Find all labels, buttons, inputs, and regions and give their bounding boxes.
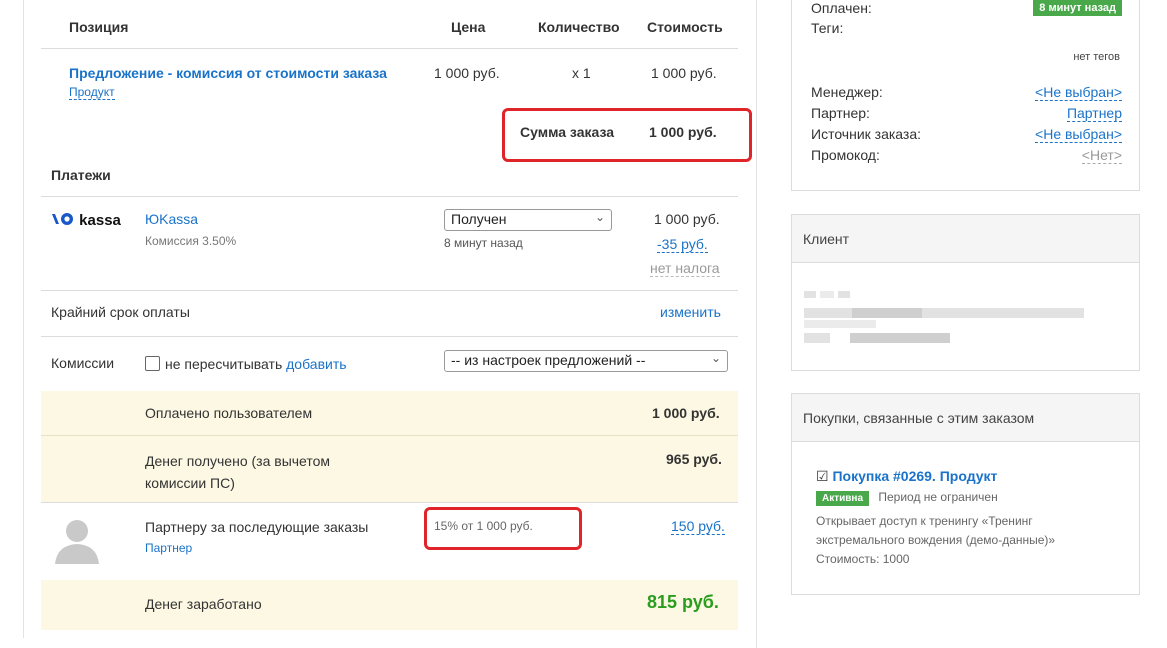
partner-value-link[interactable]: 150 руб. [671, 518, 725, 535]
promo-label: Промокод: [811, 147, 880, 163]
no-recalc-label: не пересчитывать [165, 356, 283, 372]
column-divider [756, 0, 757, 648]
purchase-link-row[interactable]: ☑ Покупка #0269. Продукт [816, 468, 997, 485]
item-title-link[interactable]: Предложение - комиссия от стоимости зака… [69, 65, 387, 81]
yookassa-icon [52, 213, 73, 225]
source-label: Источник заказа: [811, 126, 922, 142]
purchase-description: Открывает доступ к тренингу «Тренинг экс… [816, 512, 1055, 569]
paid-value: 1 000 руб. [652, 405, 720, 421]
kassa-logo: kassa [51, 212, 121, 229]
payment-fee-link[interactable]: -35 руб. [657, 236, 708, 253]
paid-time-badge: 8 минут назад [1033, 0, 1122, 16]
divider [41, 502, 738, 503]
payment-amount: 1 000 руб. [654, 211, 720, 227]
partner-info-label: Партнер: [811, 105, 870, 121]
provider-commission: Комиссия 3.50% [145, 234, 237, 248]
check-square-icon: ☑ [816, 468, 829, 484]
paid-status-label: Оплачен: [811, 0, 872, 16]
header-price: Цена [451, 19, 486, 35]
promo-value[interactable]: <Нет> [1081, 147, 1122, 164]
received-label-line-2: комиссии ПС) [145, 475, 235, 491]
header-quantity: Количество [538, 19, 620, 35]
tags-label: Теги: [811, 20, 844, 36]
paid-status-badge: 8 минут назад [1033, 0, 1122, 16]
deadline-label: Крайний срок оплаты [51, 304, 190, 320]
payments-title: Платежи [51, 167, 111, 183]
commissions-select-value: -- из настроек предложений -- [451, 352, 646, 368]
received-label-line-1: Денег получено (за вычетом [145, 453, 331, 469]
purchase-link[interactable]: Покупка #0269. Продукт [832, 468, 997, 484]
no-recalc-checkbox-row[interactable]: не пересчитывать добавить [145, 356, 347, 372]
commissions-select[interactable]: -- из настроек предложений -- ⌄ [444, 350, 728, 372]
payment-status-select[interactable]: Получен ⌄ [444, 209, 612, 231]
purchase-desc-line-1: Открывает доступ к тренингу «Тренинг [816, 514, 1033, 528]
chevron-down-icon: ⌄ [594, 210, 605, 224]
highlight-order-total [502, 108, 752, 162]
purchase-status-badge: Активна [816, 491, 870, 506]
divider [41, 290, 738, 291]
header-position: Позиция [69, 19, 129, 35]
item-type-link[interactable]: Продукт [69, 85, 115, 100]
no-recalc-checkbox[interactable] [145, 356, 160, 371]
payment-status-value: Получен [451, 211, 507, 227]
partner-info-link[interactable]: Партнер [1066, 105, 1122, 122]
partner-role-link[interactable]: Партнер [145, 541, 192, 555]
purchase-period: Период не ограничен [878, 490, 998, 504]
blurred-client-phone [804, 333, 830, 343]
payment-tax[interactable]: нет налога [650, 260, 720, 277]
avatar-placeholder-icon [55, 520, 99, 564]
source-value-link[interactable]: <Не выбран> [1035, 126, 1122, 143]
tags-value: нет тегов [1073, 51, 1120, 63]
divider [41, 48, 738, 49]
commissions-label: Комиссии [51, 355, 115, 371]
item-cost: 1 000 руб. [651, 65, 717, 81]
kassa-logo-text: kassa [79, 212, 121, 229]
purchase-cost: Стоимость: 1000 [816, 552, 910, 566]
highlight-partner-calc [424, 507, 582, 550]
blurred-client-name [804, 291, 816, 298]
item-quantity: x 1 [572, 65, 591, 81]
chevron-down-icon: ⌄ [710, 351, 721, 365]
header-cost: Стоимость [647, 19, 723, 35]
blurred-client-email [804, 308, 1084, 318]
manager-label: Менеджер: [811, 84, 883, 100]
purchase-status-row: Активна Период не ограничен [816, 490, 998, 506]
earned-label: Денег заработано [145, 596, 262, 612]
client-panel-title: Клиент [792, 215, 1139, 263]
divider [41, 336, 738, 337]
client-panel: Клиент [791, 214, 1140, 371]
deadline-change-link[interactable]: изменить [660, 304, 721, 320]
divider [41, 196, 738, 197]
order-details: Позиция Цена Количество Стоимость Предло… [24, 0, 752, 640]
manager-value-link[interactable]: <Не выбран> [1035, 84, 1122, 101]
order-info-panel: Оплачен: 8 минут назад Теги: нет тегов М… [791, 0, 1140, 191]
divider [41, 435, 738, 436]
paid-label: Оплачено пользователем [145, 405, 313, 421]
item-price: 1 000 руб. [434, 65, 500, 81]
received-value: 965 руб. [666, 451, 722, 467]
received-label: Денег получено (за вычетом комиссии ПС) [145, 450, 330, 494]
purchases-panel-title: Покупки, связанные с этим заказом [792, 394, 1139, 442]
earned-value: 815 руб. [647, 592, 719, 612]
purchase-desc-line-2: экстремального вождения (демо-данные)» [816, 533, 1056, 547]
purchases-panel: Покупки, связанные с этим заказом ☑ Поку… [791, 393, 1140, 595]
provider-link[interactable]: ЮKassa [145, 211, 198, 227]
add-commission-link[interactable]: добавить [286, 356, 346, 372]
partner-label: Партнеру за последующие заказы [145, 519, 369, 535]
payment-time: 8 минут назад [444, 236, 523, 250]
